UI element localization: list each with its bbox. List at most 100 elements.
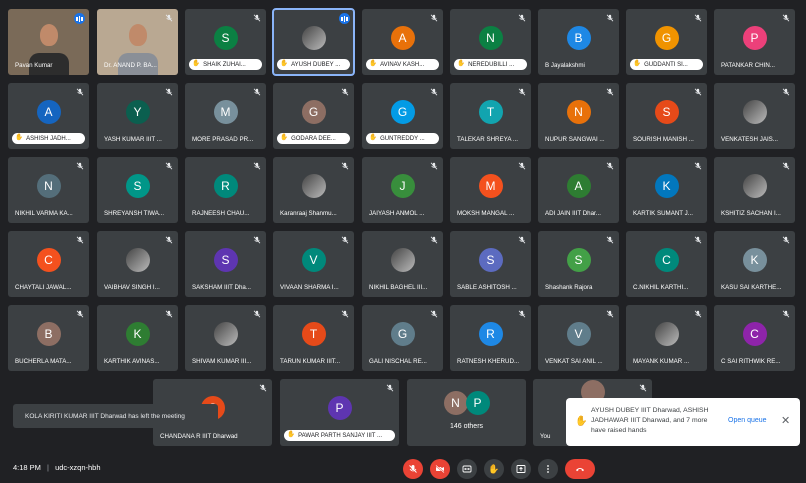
mic-muted-icon (518, 88, 526, 96)
others-tile[interactable]: N P 146 others (407, 379, 526, 446)
mic-muted-icon (76, 236, 84, 244)
end-call-icon[interactable] (565, 459, 595, 479)
participant-tile[interactable]: G GALI NISCHAL RE... (362, 305, 443, 371)
mic-muted-icon (518, 162, 526, 170)
participant-name: C SAI RITHWIK RE... (721, 358, 781, 365)
participant-tile[interactable]: T TALEKAR SHREYA ... (450, 83, 531, 149)
participant-tile[interactable]: SHIVAM KUMAR III... (185, 305, 266, 371)
participant-name: SHAIK ZUHAI... (203, 61, 246, 68)
participant-tile[interactable]: G ✋ GUDDANTI SI... (626, 9, 707, 75)
participant-tile[interactable]: J JAIYASH ANMOL ... (362, 157, 443, 223)
participant-tile[interactable]: Pavan Kumar (8, 9, 89, 75)
avatar: K (125, 322, 150, 347)
participant-tile[interactable]: ✋ AYUSH DUBEY ... (272, 8, 355, 76)
participant-name: VENKAT SAI ANIL ... (545, 358, 603, 365)
participant-tile[interactable]: T TARUN KUMAR IIIT... (273, 305, 354, 371)
participant-tile[interactable]: M MOKSH MANGAL ... (450, 157, 531, 223)
mic-muted-icon (606, 162, 614, 170)
participant-tile[interactable]: R RATNESH KHERUD... (450, 305, 531, 371)
avatar: A (566, 174, 591, 199)
avatar: G (301, 100, 326, 125)
participant-name: PAWAR PARTH SANJAY IIIT ... (298, 432, 382, 439)
mic-muted-icon (430, 14, 438, 22)
clock-time: 4:18 PM (13, 463, 41, 472)
participant-tile[interactable]: C CHAYTALI JAWAL... (8, 231, 89, 297)
mic-muted-icon (76, 88, 84, 96)
participant-tile[interactable]: N NIKHIL VARMA KA... (8, 157, 89, 223)
avatar: G (390, 322, 415, 347)
participant-name: MOKSH MANGAL ... (457, 210, 515, 217)
participant-tile[interactable]: A ✋ ASHISH JADH... (8, 83, 89, 149)
participant-tile[interactable]: P PATANKAR CHIN... (714, 9, 795, 75)
participant-tile[interactable]: Dr. ANAND P. BA... (97, 9, 178, 75)
participant-tile[interactable]: KSHITIZ SACHAN I... (714, 157, 795, 223)
participant-tile[interactable]: N ✋ NEREDUBILLI ... (450, 9, 531, 75)
participant-tile[interactable]: C C.NIKHIL KARTHI... (626, 231, 707, 297)
participant-tile[interactable]: B BUCHERLA MATA... (8, 305, 89, 371)
participant-tile[interactable]: S Shashank Rajora (538, 231, 619, 297)
participant-name: TALEKAR SHREYA ... (457, 136, 518, 143)
open-queue-button[interactable]: Open queue (728, 417, 767, 424)
close-icon[interactable]: ✕ (781, 414, 790, 427)
participant-tile[interactable]: NIKHIL BAGHEL III... (362, 231, 443, 297)
participant-tile[interactable]: Karanraaj Shanmu... (273, 157, 354, 223)
participant-name: NEREDUBILLI ... (468, 61, 515, 68)
participant-tile[interactable]: G ✋ GUNTREDDY ... (362, 83, 443, 149)
participant-tile[interactable]: A ✋ AVINAV KASH... (362, 9, 443, 75)
mic-muted-icon (253, 162, 261, 170)
avatar: M (478, 174, 503, 199)
camera-off-icon[interactable] (430, 459, 450, 479)
mic-muted-icon (430, 310, 438, 318)
participant-tile[interactable]: V VENKAT SAI ANIL ... (538, 305, 619, 371)
mic-muted-icon (606, 236, 614, 244)
participant-name: RATNESH KHERUD... (457, 358, 520, 365)
participant-tile[interactable]: K KASU SAI KARTHE... (714, 231, 795, 297)
participant-tile[interactable]: Y YASH KUMAR IIIT ... (97, 83, 178, 149)
avatar: S (213, 26, 238, 51)
participant-name: KSHITIZ SACHAN I... (721, 210, 781, 217)
avatar: C (654, 248, 679, 273)
mic-muted-icon (253, 88, 261, 96)
participant-tile[interactable]: N NUPUR SANGWAI ... (538, 83, 619, 149)
mic-muted-icon (253, 236, 261, 244)
participant-name: CHANDANA R IIIT Dharwad (160, 433, 238, 440)
mic-muted-icon (430, 162, 438, 170)
participant-name: SOURISH MANISH ... (633, 136, 694, 143)
avatar: G (654, 26, 679, 51)
mic-muted-icon (782, 14, 790, 22)
participant-tile[interactable]: M MORE PRASAD PR... (185, 83, 266, 149)
captions-icon[interactable] (457, 459, 477, 479)
participant-tile[interactable]: K KARTHIK AVINAS... (97, 305, 178, 371)
participant-tile[interactable]: S SOURISH MANISH ... (626, 83, 707, 149)
speaking-indicator-icon (339, 13, 350, 24)
mic-off-icon[interactable] (403, 459, 423, 479)
participant-name: AYUSH DUBEY ... (291, 61, 341, 68)
raise-hand-icon[interactable]: ✋ (484, 459, 504, 479)
participant-tile[interactable]: P ✋ PAWAR PARTH SANJAY IIIT ... (280, 379, 399, 446)
present-icon[interactable] (511, 459, 531, 479)
participant-name: VAIBHAV SINGH I... (104, 284, 160, 291)
participant-tile[interactable]: A ADI JAIN IIIT Dhar... (538, 157, 619, 223)
participant-name: Karanraaj Shanmu... (280, 210, 337, 217)
participant-tile[interactable]: B B Jayalakshmi (538, 9, 619, 75)
participant-tile[interactable]: V VIVAAN SHARMA I... (273, 231, 354, 297)
participant-tile[interactable]: K KARTIK SUMANT J... (626, 157, 707, 223)
participant-tile[interactable]: MAYANK KUMAR ... (626, 305, 707, 371)
participant-tile[interactable]: R RAJNEESH CHAU... (185, 157, 266, 223)
participant-tile[interactable]: VENKATESH JAIS... (714, 83, 795, 149)
avatar: V (301, 248, 326, 273)
participant-tile[interactable]: S SAKSHAM IIIT Dha... (185, 231, 266, 297)
participant-tile[interactable]: S ✋ SHAIK ZUHAI... (185, 9, 266, 75)
participant-tile[interactable]: G ✋ GODARA DEE... (273, 83, 354, 149)
raised-hands-notification: ✋ AYUSH DUBEY IIIT Dharwad, ASHISH JADHA… (566, 398, 800, 446)
avatar: K (742, 248, 767, 273)
mic-muted-icon (782, 236, 790, 244)
participant-tile[interactable]: VAIBHAV SINGH I... (97, 231, 178, 297)
mic-muted-icon (606, 88, 614, 96)
more-icon[interactable] (538, 459, 558, 479)
participant-tile[interactable]: C C SAI RITHWIK RE... (714, 305, 795, 371)
participant-face (39, 24, 58, 46)
participant-tile[interactable]: S SHREYANSH TIWA... (97, 157, 178, 223)
participant-name: Shashank Rajora (545, 284, 593, 291)
participant-tile[interactable]: S SABLE ASHITOSH ... (450, 231, 531, 297)
